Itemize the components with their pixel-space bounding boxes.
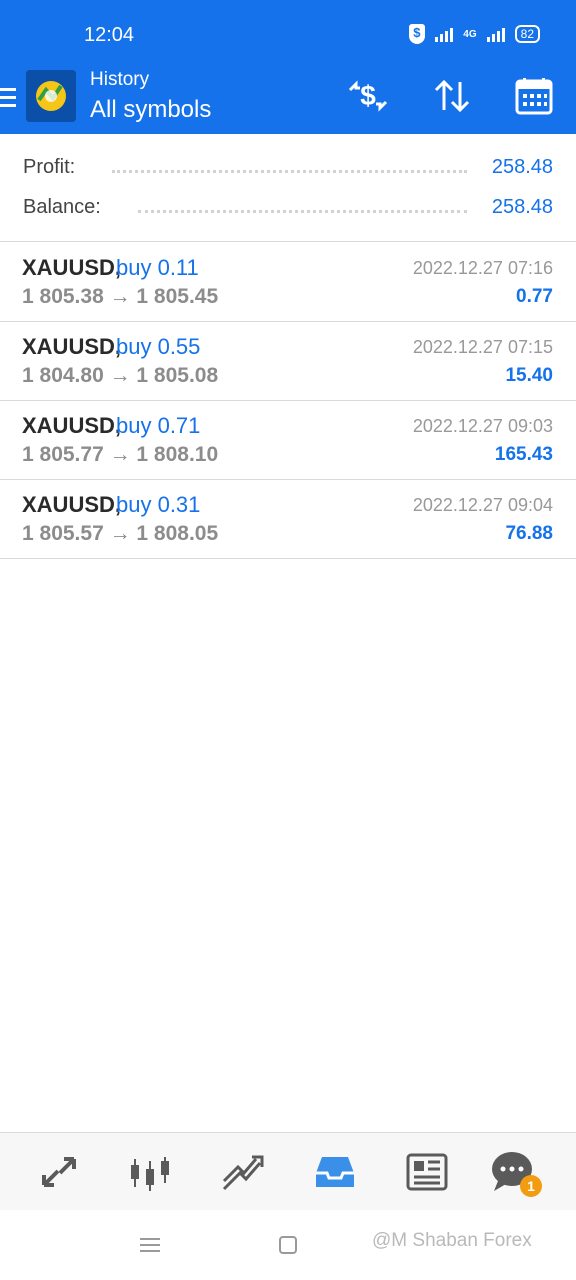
trade-symbol: XAUUSD,: [22, 334, 122, 359]
currency-exchange-icon[interactable]: $: [346, 76, 390, 116]
security-shield-icon: [409, 24, 426, 44]
trade-side: buy 0.55: [116, 334, 201, 359]
trade-datetime: 2022.12.27 09:03: [412, 416, 553, 436]
history-icon[interactable]: [310, 1147, 360, 1197]
watermark: @M Shaban Forex: [372, 1230, 532, 1251]
trade-profit: 76.88: [505, 523, 553, 544]
status-time: 12:04: [84, 24, 135, 46]
trade-row[interactable]: XAUUSD, buy 0.11 1 805.38 → 1 805.45 202…: [0, 243, 576, 322]
metatrader-app-icon[interactable]: [26, 70, 76, 122]
network-type: 4G: [463, 28, 477, 40]
symbol-filter[interactable]: All symbols: [90, 96, 211, 124]
sort-icon[interactable]: [430, 76, 474, 116]
bottom-navigation: 1: [0, 1132, 576, 1210]
status-icons: 4G 82: [409, 24, 540, 44]
page-title: History: [90, 69, 150, 90]
signal-icon: [435, 26, 454, 42]
chart-icon[interactable]: [126, 1147, 176, 1197]
trade-profit: 15.40: [505, 365, 553, 386]
trade-symbol: XAUUSD,: [22, 255, 122, 280]
trade-prices: 1 805.57 → 1 808.05: [22, 522, 219, 545]
chat-badge: 1: [520, 1175, 542, 1197]
trade-prices: 1 805.77 → 1 808.10: [22, 443, 219, 466]
menu-icon[interactable]: [0, 86, 18, 110]
trade-profit: 165.43: [494, 444, 553, 465]
signal-icon-2: [486, 26, 505, 42]
balance-label: Balance:: [23, 196, 101, 218]
profit-label: Profit:: [23, 156, 76, 178]
chat-icon[interactable]: 1: [488, 1147, 542, 1197]
trade-row[interactable]: XAUUSD, buy 0.55 1 804.80 → 1 805.08 202…: [0, 322, 576, 401]
trade-prices: 1 805.38 → 1 805.45: [22, 285, 219, 308]
dotted-leader: [112, 170, 467, 174]
trade-datetime: 2022.12.27 07:16: [412, 258, 553, 278]
trade-icon[interactable]: [218, 1147, 268, 1197]
trade-side: buy 0.71: [116, 413, 201, 438]
news-icon[interactable]: [402, 1147, 452, 1197]
account-summary: Profit: 258.48 Balance: 258.48: [0, 134, 576, 242]
trade-side: buy 0.11: [116, 255, 199, 280]
trade-datetime: 2022.12.27 07:15: [412, 337, 553, 357]
recent-apps-icon[interactable]: [140, 1236, 160, 1254]
system-navigation: @M Shaban Forex: [0, 1210, 576, 1280]
battery-indicator: 82: [514, 25, 540, 43]
profit-value: 258.48: [491, 156, 553, 178]
toolbar: History All symbols $: [0, 66, 576, 134]
calendar-icon[interactable]: [512, 76, 556, 116]
status-bar: 12:04 4G 82: [0, 0, 576, 66]
balance-row: Balance: 258.48: [0, 188, 576, 228]
trade-row[interactable]: XAUUSD, buy 0.31 1 805.57 → 1 808.05 202…: [0, 480, 576, 559]
trade-symbol: XAUUSD,: [22, 413, 122, 438]
home-button[interactable]: [279, 1236, 297, 1254]
trade-profit: 0.77: [516, 286, 553, 307]
svg-text:$: $: [360, 80, 376, 111]
dotted-leader: [138, 210, 467, 214]
trade-row[interactable]: XAUUSD, buy 0.71 1 805.77 → 1 808.10 202…: [0, 401, 576, 480]
trade-prices: 1 804.80 → 1 805.08: [22, 364, 219, 387]
trade-datetime: 2022.12.27 09:04: [412, 495, 553, 515]
trade-symbol: XAUUSD,: [22, 492, 122, 517]
quotes-icon[interactable]: [34, 1147, 84, 1197]
trade-side: buy 0.31: [116, 492, 201, 517]
app-header: 12:04 4G 82 History All symbols: [0, 0, 576, 134]
profit-row: Profit: 258.48: [0, 148, 576, 188]
balance-value: 258.48: [491, 196, 553, 218]
